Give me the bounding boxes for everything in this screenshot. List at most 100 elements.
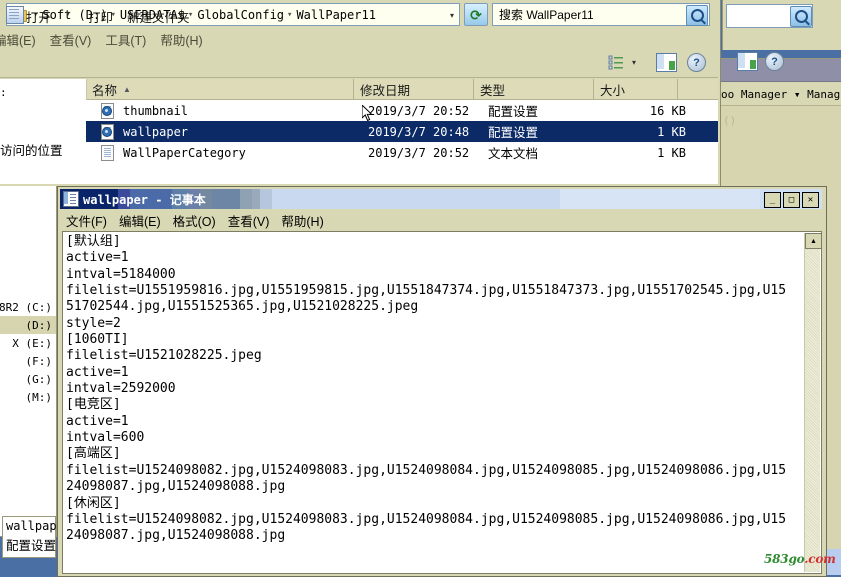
table-row[interactable]: thumbnail 2019/3/7 20:52 配置设置 16 KB [86, 100, 718, 121]
file-name: thumbnail [123, 103, 189, 118]
new-folder-button[interactable]: 新建文件夹 [127, 7, 190, 26]
table-row[interactable]: WallPaperCategory 2019/3/7 20:52 文本文档 1 … [86, 142, 718, 163]
menu-tools[interactable]: 工具(T) [105, 30, 146, 49]
nav-tree-item-e-drive[interactable]: X (E:) [0, 334, 56, 352]
file-name: wallpaper [123, 124, 189, 139]
close-button[interactable]: ✕ [802, 192, 819, 208]
maximize-button[interactable]: □ [783, 192, 800, 208]
address-bar[interactable]: ▾ Soft (D:) ▾ USERDATA$ ▾ GlobalConfig ▾… [6, 3, 460, 26]
nav-tree-item[interactable] [0, 280, 56, 298]
column-header-date[interactable]: 修改日期 [354, 79, 474, 99]
notepad-window[interactable]: wallpaper - 记事本 _ □ ✕ 文件(F) 编辑(E) 格式(O) … [57, 186, 827, 577]
search-icon [794, 10, 808, 23]
file-list[interactable]: thumbnail 2019/3/7 20:52 配置设置 16 KB wall… [86, 100, 718, 184]
refresh-button[interactable]: ⟳ [464, 3, 488, 26]
chevron-down-icon[interactable]: ▾ [632, 58, 636, 67]
menu-edit[interactable]: 编辑(E) [0, 30, 36, 49]
search-icon [690, 9, 704, 22]
nav-tree-item-d-drive[interactable]: (D:) [0, 316, 56, 334]
scroll-up-button[interactable]: ▲ [805, 233, 821, 249]
watermark-green: 583go [764, 552, 805, 566]
notepad-text-area[interactable]: [默认组] active=1 intval=5184000 filelist=U… [62, 231, 822, 574]
column-header-size-label: 大小 [600, 83, 626, 98]
notepad-window-buttons[interactable]: _ □ ✕ [764, 192, 819, 208]
chevron-down-icon[interactable]: ▾ [66, 9, 70, 18]
notepad-menu-view[interactable]: 查看(V) [228, 211, 270, 230]
file-size: 1 KB [657, 145, 686, 160]
background-window-search-icon[interactable] [790, 6, 812, 27]
search-button[interactable] [686, 5, 708, 26]
print-button[interactable]: 打印 [88, 7, 113, 26]
file-type: 文本文档 [488, 147, 539, 161]
file-size: 1 KB [657, 124, 686, 139]
breadcrumb-item-2[interactable]: GlobalConfig [197, 8, 284, 22]
file-date: 2019/3/7 20:48 [368, 124, 470, 139]
file-size: 16 KB [649, 103, 686, 118]
open-icon [6, 6, 24, 24]
background-window-hint: () [723, 114, 737, 127]
background-window-address[interactable]: oo Manager ▾ Manager [719, 83, 841, 106]
notepad-icon [63, 191, 79, 207]
notepad-menu-help[interactable]: 帮助(H) [281, 211, 323, 230]
search-placeholder: 搜索 WallPaper11 [499, 8, 594, 22]
list-view-icon[interactable] [608, 54, 624, 70]
menu-items: 编辑(E) 查看(V) 工具(T) 帮助(H) [0, 29, 718, 49]
column-header-name[interactable]: 名称 ▲ [86, 79, 354, 99]
breadcrumb-separator: ▾ [287, 9, 293, 20]
help-icon[interactable]: ? [687, 53, 706, 72]
sort-ascending-icon: ▲ [123, 84, 131, 94]
file-date: 2019/3/7 20:52 [368, 145, 470, 160]
notepad-menu-format[interactable]: 格式(O) [173, 211, 216, 230]
ini-config-icon [101, 103, 115, 119]
search-input[interactable]: 搜索 WallPaper11 [492, 3, 710, 26]
column-header-type[interactable]: 类型 [474, 79, 594, 99]
column-header-type-label: 类型 [480, 83, 506, 98]
file-name: WallPaperCategory [123, 145, 246, 160]
file-type: 配置设置 [488, 105, 539, 119]
menu-help[interactable]: 帮助(H) [160, 30, 202, 49]
column-header-extra[interactable] [678, 79, 718, 99]
nav-tree-item-m-drive[interactable]: (M:) [0, 388, 56, 406]
breadcrumb-item-3[interactable]: WallPaper11 [296, 8, 375, 22]
details-file-name: wallpape [6, 519, 64, 533]
column-header-date-label: 修改日期 [360, 83, 411, 98]
text-document-icon [101, 145, 115, 161]
notepad-title: wallpaper - 记事本 [83, 192, 206, 207]
nav-fragment-top: : [0, 86, 7, 99]
column-header-name-label: 名称 [92, 83, 118, 98]
watermark: 583go.com [764, 552, 836, 566]
background-window-help-icon[interactable]: ? [765, 52, 784, 71]
notepad-scrollbar[interactable]: ▲ [804, 233, 821, 572]
preview-pane-icon[interactable] [656, 53, 677, 72]
table-row[interactable]: wallpaper 2019/3/7 20:48 配置设置 1 KB [86, 121, 718, 142]
notepad-menu-bar: 文件(F) 编辑(E) 格式(O) 查看(V) 帮助(H) [60, 211, 822, 230]
nav-tree-pane[interactable]: 08R2 (C:) (D:) X (E:) (F:) (G:) (M:) [0, 186, 57, 537]
open-button[interactable]: 打开 [26, 7, 51, 26]
refresh-icon: ⟳ [470, 6, 482, 23]
ini-config-icon [101, 124, 115, 140]
nav-tree-item-c-drive[interactable]: 08R2 (C:) [0, 298, 56, 316]
explorer-menu-bar: 编辑(E) 查看(V) 工具(T) 帮助(H) [0, 29, 718, 49]
minimize-button[interactable]: _ [764, 192, 781, 208]
list-view-glyph [608, 55, 623, 70]
notepad-menu-edit[interactable]: 编辑(E) [119, 211, 161, 230]
menu-view[interactable]: 查看(V) [50, 30, 92, 49]
nav-recent-places[interactable]: 访问的位置 [0, 140, 86, 159]
file-date: 2019/3/7 20:52 [368, 103, 470, 118]
nav-tree-item-g-drive[interactable]: (G:) [0, 370, 56, 388]
background-window-address-text: oo Manager ▾ Manager [721, 87, 841, 101]
column-header-row: 名称 ▲ 修改日期 类型 大小 [86, 79, 718, 100]
watermark-red: .com [804, 552, 836, 566]
background-window-preview-pane-icon[interactable] [737, 52, 758, 71]
chevron-down-icon[interactable]: ▾ [450, 11, 454, 20]
explorer-window[interactable]: ▾ Soft (D:) ▾ USERDATA$ ▾ GlobalConfig ▾… [0, 0, 721, 187]
notepad-content: [默认组] active=1 intval=5184000 filelist=U… [66, 234, 787, 544]
details-pane: wallpape 配置设置 [2, 516, 64, 558]
details-file-type: 配置设置 [6, 539, 57, 553]
nav-tree-item-f-drive[interactable]: (F:) [0, 352, 56, 370]
notepad-titlebar[interactable]: wallpaper - 记事本 _ □ ✕ [60, 189, 822, 209]
file-type: 配置设置 [488, 126, 539, 140]
breadcrumb: ▾ Soft (D:) ▾ USERDATA$ ▾ GlobalConfig ▾… [30, 8, 376, 22]
column-header-size[interactable]: 大小 [594, 79, 678, 99]
notepad-menu-file[interactable]: 文件(F) [66, 211, 107, 230]
